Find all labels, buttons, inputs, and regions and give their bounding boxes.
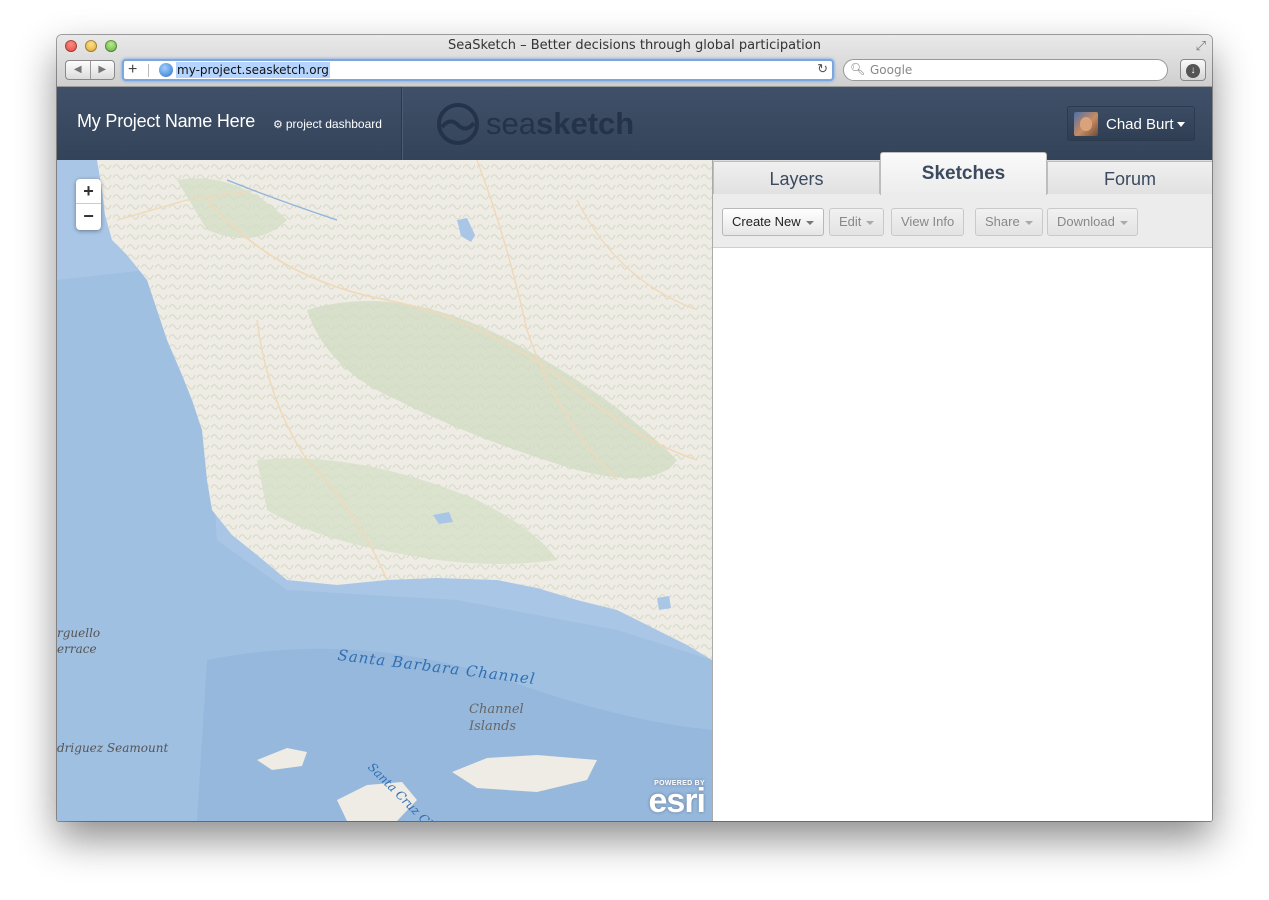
gear-icon: ⚙	[273, 119, 283, 131]
logo-text-light: sea	[486, 106, 537, 141]
seasketch-logo: seasketch	[437, 103, 634, 145]
nav-buttons: ◀ ▶	[65, 60, 115, 80]
zoom-in-button[interactable]: +	[76, 179, 101, 204]
create-new-button[interactable]: Create New	[722, 208, 824, 236]
chevron-down-icon	[1024, 220, 1033, 225]
map-label-arguello-line2: errace	[57, 642, 97, 656]
chevron-down-icon	[866, 220, 875, 225]
basemap	[57, 160, 712, 821]
sketch-list	[713, 249, 1212, 821]
downloads-button[interactable]: ↓	[1180, 59, 1206, 81]
share-button[interactable]: Share	[975, 208, 1043, 236]
address-separator	[148, 64, 149, 77]
map-view[interactable]: + − Santa Barbara Channel Channel Island…	[57, 160, 712, 821]
tab-layers[interactable]: Layers	[713, 161, 880, 194]
search-icon: 🔍︎	[850, 62, 866, 76]
add-bookmark-icon[interactable]: +	[128, 61, 137, 79]
view-info-label: View Info	[901, 214, 955, 229]
project-name[interactable]: My Project Name Here	[77, 111, 255, 132]
zoom-control: + −	[76, 179, 101, 230]
search-input[interactable]: 🔍︎ Google	[843, 59, 1168, 81]
map-label-arguello-line1: rguello	[57, 626, 101, 640]
user-name: Chad Burt	[1106, 116, 1174, 133]
fullscreen-icon[interactable]: ⤢	[1196, 38, 1206, 54]
header-divider	[401, 87, 402, 160]
download-button[interactable]: Download	[1047, 208, 1138, 236]
browser-chrome: SeaSketch – Better decisions through glo…	[57, 35, 1212, 87]
chevron-down-icon	[1177, 122, 1185, 127]
globe-icon	[159, 63, 173, 77]
dashboard-label: project dashboard	[285, 117, 382, 131]
window-title: SeaSketch – Better decisions through glo…	[447, 38, 821, 53]
download-label: Download	[1057, 214, 1115, 229]
create-new-label: Create New	[732, 214, 801, 229]
side-panel: Layers Sketches Forum Create New Edit Vi…	[712, 152, 1212, 821]
address-bar[interactable]: + my-project.seasketch.org ↻	[122, 59, 834, 81]
map-label-channel-islands-line1: Channel	[469, 702, 524, 717]
edit-label: Edit	[839, 214, 862, 229]
logo-text-bold: sketch	[536, 106, 634, 141]
reload-icon[interactable]: ↻	[817, 61, 828, 77]
search-placeholder: Google	[870, 63, 913, 77]
tab-forum[interactable]: Forum	[1047, 161, 1212, 194]
map-label-rodriguez-seamount: driguez Seamount	[57, 741, 169, 755]
zoom-out-button[interactable]: −	[76, 204, 101, 229]
share-label: Share	[985, 214, 1020, 229]
esri-logo: esri	[648, 782, 706, 820]
logo-text: seasketch	[486, 106, 634, 141]
sketch-toolbar: Create New Edit View Info Share Download	[713, 194, 1212, 248]
download-icon: ↓	[1186, 64, 1200, 78]
map-label-channel-islands-line2: Islands	[469, 719, 517, 734]
user-menu-button[interactable]: Chad Burt	[1067, 106, 1195, 141]
esri-attribution[interactable]: POWERED BY esri	[648, 780, 706, 820]
project-dashboard-link[interactable]: ⚙ project dashboard	[273, 117, 382, 131]
url-text[interactable]: my-project.seasketch.org	[176, 62, 330, 78]
view-info-button[interactable]: View Info	[891, 208, 965, 236]
browser-window: SeaSketch – Better decisions through glo…	[57, 35, 1212, 821]
back-icon[interactable]: ◀	[66, 61, 91, 79]
chevron-down-icon	[805, 220, 814, 225]
forward-icon[interactable]: ▶	[91, 61, 115, 79]
chevron-down-icon	[1119, 220, 1128, 225]
tab-sketches[interactable]: Sketches	[880, 152, 1047, 195]
avatar	[1074, 112, 1098, 136]
edit-button[interactable]: Edit	[829, 208, 885, 236]
panel-tabs: Layers Sketches Forum	[713, 152, 1212, 195]
app-header: My Project Name Here ⚙ project dashboard …	[57, 87, 1212, 160]
